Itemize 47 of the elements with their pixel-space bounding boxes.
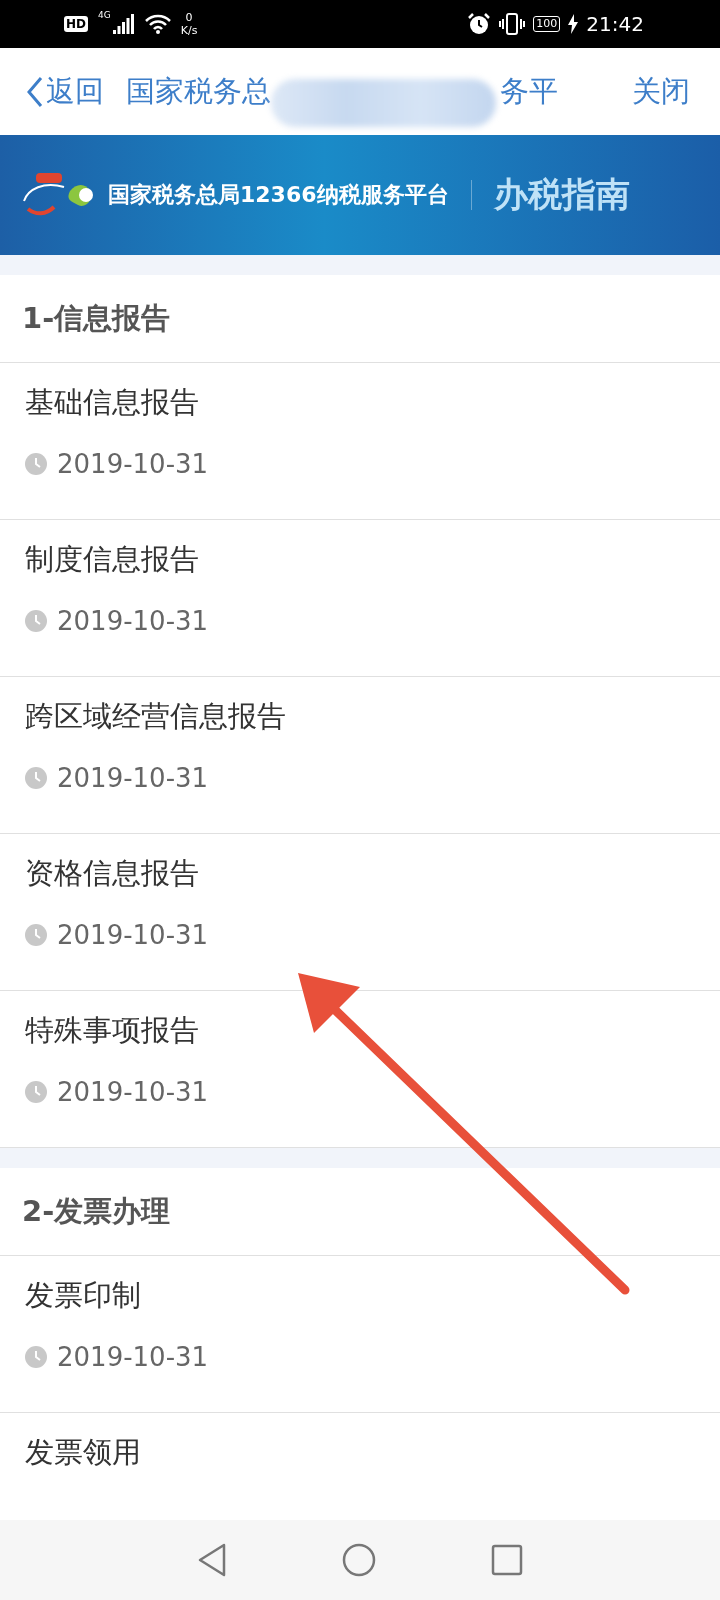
vibrate-icon: [499, 12, 526, 36]
clock-time: 21:42: [586, 12, 644, 36]
item-date: 2019-10-31: [57, 763, 209, 793]
item-date: 2019-10-31: [57, 1342, 209, 1372]
platform-name: 国家税务总局12366纳税服务平台: [108, 181, 449, 209]
back-link[interactable]: 返回: [26, 71, 104, 112]
battery-level: 100: [533, 16, 561, 32]
charging-icon: [568, 14, 579, 34]
guide-list-item[interactable]: 跨区域经营信息报告 2019-10-31: [0, 677, 720, 834]
alarm-icon: [467, 12, 492, 36]
clock-icon: [25, 767, 47, 789]
item-title: 特殊事项报告: [25, 1012, 200, 1049]
item-title: 资格信息报告: [25, 855, 200, 892]
clock-icon: [25, 610, 47, 632]
item-date: 2019-10-31: [57, 1077, 209, 1107]
signal-icon: [112, 14, 135, 34]
guide-list-item[interactable]: 发票领用: [0, 1413, 720, 1520]
section-heading: 2-发票办理: [0, 1168, 720, 1256]
item-title: 发票印制: [25, 1277, 142, 1314]
speed-value: 0: [185, 11, 193, 24]
hd-badge: HD: [64, 16, 88, 32]
speed-unit: K/s: [180, 24, 198, 37]
clock-icon: [25, 1346, 47, 1368]
item-date: 2019-10-31: [57, 920, 209, 950]
back-icon[interactable]: [197, 1543, 227, 1577]
section-heading: 1-信息报告: [0, 275, 720, 363]
page-title-end: 务平: [500, 72, 558, 110]
item-title: 基础信息报告: [25, 384, 200, 421]
clock-icon: [25, 924, 47, 946]
item-date: 2019-10-31: [57, 606, 209, 636]
clock-icon: [25, 1081, 47, 1103]
clock-icon: [25, 453, 47, 475]
home-icon[interactable]: [342, 1543, 376, 1577]
banner-heading: 办税指南: [493, 173, 630, 216]
guide-list-item[interactable]: 基础信息报告 2019-10-31: [0, 363, 720, 520]
network-type: 4G: [98, 10, 111, 20]
wifi-icon: [144, 14, 171, 34]
close-link[interactable]: 关闭: [632, 71, 690, 112]
guide-list-item[interactable]: 发票印制 2019-10-31: [0, 1256, 720, 1413]
item-title: 跨区域经营信息报告: [25, 698, 287, 735]
item-title: 制度信息报告: [25, 541, 200, 578]
back-chevron-icon: [26, 75, 44, 108]
item-title: 发票领用: [25, 1434, 142, 1471]
recents-icon[interactable]: [491, 1544, 523, 1576]
item-date: 2019-10-31: [57, 449, 209, 479]
page-title: 国家税务总: [126, 72, 271, 110]
guide-list-item[interactable]: 制度信息报告 2019-10-31: [0, 520, 720, 677]
